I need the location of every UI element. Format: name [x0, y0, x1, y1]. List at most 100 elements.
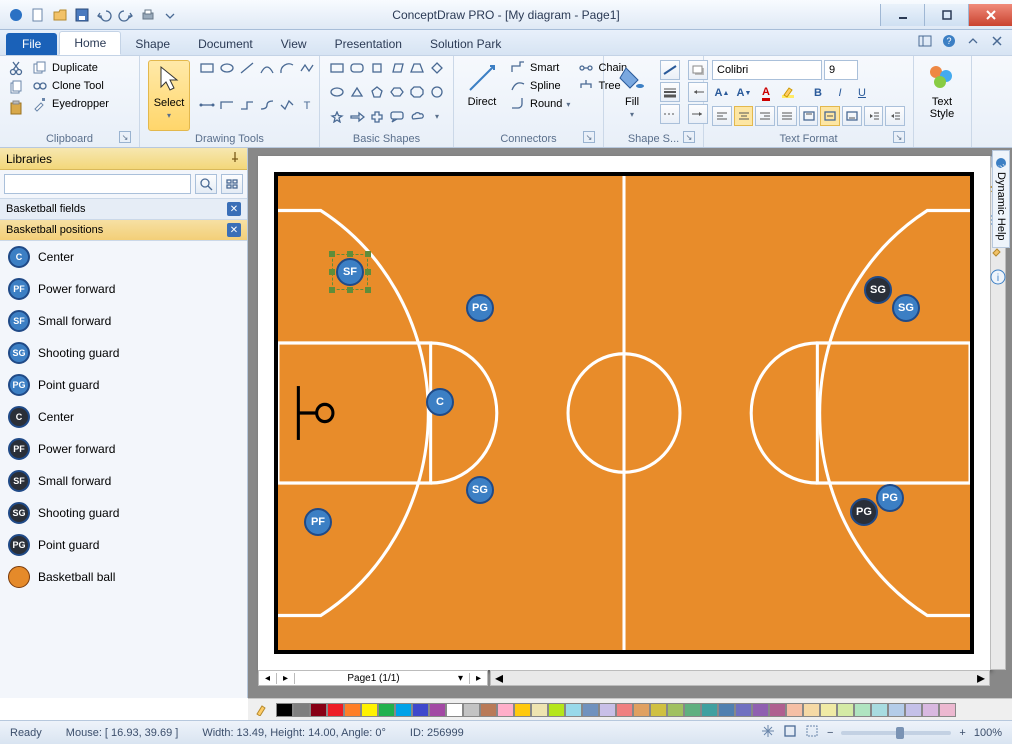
align-left[interactable] [712, 106, 732, 126]
polyline-tool[interactable] [298, 60, 316, 76]
color-swatch[interactable] [667, 703, 684, 717]
mdi-close-icon[interactable] [990, 34, 1004, 48]
library-item[interactable]: Basketball ball [0, 561, 247, 593]
connector1-tool[interactable] [198, 97, 216, 113]
line-dash[interactable] [660, 104, 680, 124]
shapes-more[interactable]: ▾ [428, 109, 446, 125]
shape-circle[interactable] [428, 84, 446, 100]
shape-square[interactable] [368, 60, 386, 76]
lib-basketball-positions[interactable]: Basketball positions✕ [0, 220, 247, 241]
smart-connector[interactable]: Smart [510, 60, 570, 76]
court-marker-pg[interactable]: PG [876, 484, 904, 512]
shape-pentagon[interactable] [368, 84, 386, 100]
shapestyle-launcher[interactable]: ↘ [683, 131, 695, 143]
align-center[interactable] [734, 106, 754, 126]
copy-icon[interactable] [8, 80, 24, 96]
close-lib-icon[interactable]: ✕ [227, 202, 241, 216]
color-swatch[interactable] [310, 703, 327, 717]
clone-tool-button[interactable]: Clone Tool [32, 78, 109, 94]
shape-cross[interactable] [368, 109, 386, 125]
font-family[interactable] [712, 60, 822, 80]
library-item[interactable]: SGShooting guard [0, 497, 247, 529]
cut-icon[interactable] [8, 60, 24, 76]
color-swatch[interactable] [939, 703, 956, 717]
color-swatch[interactable] [803, 703, 820, 717]
library-item[interactable]: PFPower forward [0, 433, 247, 465]
color-swatch[interactable] [293, 703, 310, 717]
tab-view[interactable]: View [267, 33, 321, 55]
court-marker-pg[interactable]: PG [466, 294, 494, 322]
color-swatch[interactable] [446, 703, 463, 717]
color-swatch[interactable] [276, 703, 293, 717]
library-item[interactable]: CCenter [0, 241, 247, 273]
text-tool[interactable]: T [298, 97, 316, 113]
library-item[interactable]: PGPoint guard [0, 369, 247, 401]
spline-connector[interactable]: Spline [510, 78, 570, 94]
shape-octagon[interactable] [408, 84, 426, 100]
color-swatch[interactable] [395, 703, 412, 717]
shape-triangle[interactable] [348, 84, 366, 100]
italic[interactable]: I [830, 83, 850, 103]
zoom-in[interactable]: + [959, 727, 965, 739]
color-swatch[interactable] [854, 703, 871, 717]
font-size[interactable] [824, 60, 858, 80]
shape-trap[interactable] [408, 60, 426, 76]
indent-dec[interactable] [864, 106, 884, 126]
zoom-sel-icon[interactable] [805, 724, 819, 741]
court-marker-c[interactable]: C [426, 388, 454, 416]
palette-picker-icon[interactable] [254, 702, 270, 718]
shape-rect[interactable] [328, 60, 346, 76]
library-item[interactable]: SFSmall forward [0, 305, 247, 337]
color-swatch[interactable] [565, 703, 582, 717]
shape-ellipse2[interactable] [328, 84, 346, 100]
rect-tool[interactable] [198, 60, 216, 76]
line-color[interactable] [660, 60, 680, 80]
color-swatch[interactable] [497, 703, 514, 717]
court-marker-pg[interactable]: PG [850, 498, 878, 526]
connector5-tool[interactable] [278, 97, 296, 113]
curve-tool[interactable] [258, 60, 276, 76]
color-swatch[interactable] [327, 703, 344, 717]
color-swatch[interactable] [463, 703, 480, 717]
color-swatch[interactable] [412, 703, 429, 717]
color-swatch[interactable] [650, 703, 667, 717]
zoom-slider[interactable] [841, 731, 951, 735]
color-swatch[interactable] [786, 703, 803, 717]
court-marker-pf[interactable]: PF [304, 508, 332, 536]
duplicate-button[interactable]: Duplicate [32, 60, 109, 76]
lib-basketball-fields[interactable]: Basketball fields✕ [0, 199, 247, 220]
connector3-tool[interactable] [238, 97, 256, 113]
color-swatch[interactable] [582, 703, 599, 717]
shape-star[interactable] [328, 109, 346, 125]
valign-top[interactable] [799, 106, 819, 126]
color-swatch[interactable] [480, 703, 497, 717]
color-swatch[interactable] [735, 703, 752, 717]
color-swatch[interactable] [616, 703, 633, 717]
tab-solution-park[interactable]: Solution Park [416, 33, 515, 55]
valign-mid[interactable] [820, 106, 840, 126]
color-swatch[interactable] [344, 703, 361, 717]
color-swatch[interactable] [378, 703, 395, 717]
line-weight[interactable] [660, 82, 680, 102]
horizontal-scrollbar[interactable]: ◂▸ [490, 670, 990, 686]
court-marker-sg[interactable]: SG [892, 294, 920, 322]
court-marker-sg[interactable]: SG [466, 476, 494, 504]
color-swatch[interactable] [361, 703, 378, 717]
select-tool[interactable]: Select▾ [148, 60, 190, 131]
library-options[interactable] [221, 174, 243, 194]
tab-home[interactable]: Home [59, 31, 121, 55]
paste-icon[interactable] [8, 100, 24, 116]
shape-arrow[interactable] [348, 109, 366, 125]
color-swatch[interactable] [905, 703, 922, 717]
search-button[interactable] [195, 174, 217, 194]
color-swatch[interactable] [820, 703, 837, 717]
library-search[interactable] [4, 174, 191, 194]
page[interactable]: SFPGCSGPFSGSGPGPG [258, 156, 990, 670]
pin-icon[interactable] [229, 151, 241, 166]
color-swatch[interactable] [871, 703, 888, 717]
indent-inc[interactable] [885, 106, 905, 126]
help-icon[interactable]: ? [942, 34, 956, 48]
round-connector[interactable]: Round▾ [510, 96, 570, 112]
line-tool[interactable] [238, 60, 256, 76]
zoom-out[interactable]: − [827, 727, 833, 739]
